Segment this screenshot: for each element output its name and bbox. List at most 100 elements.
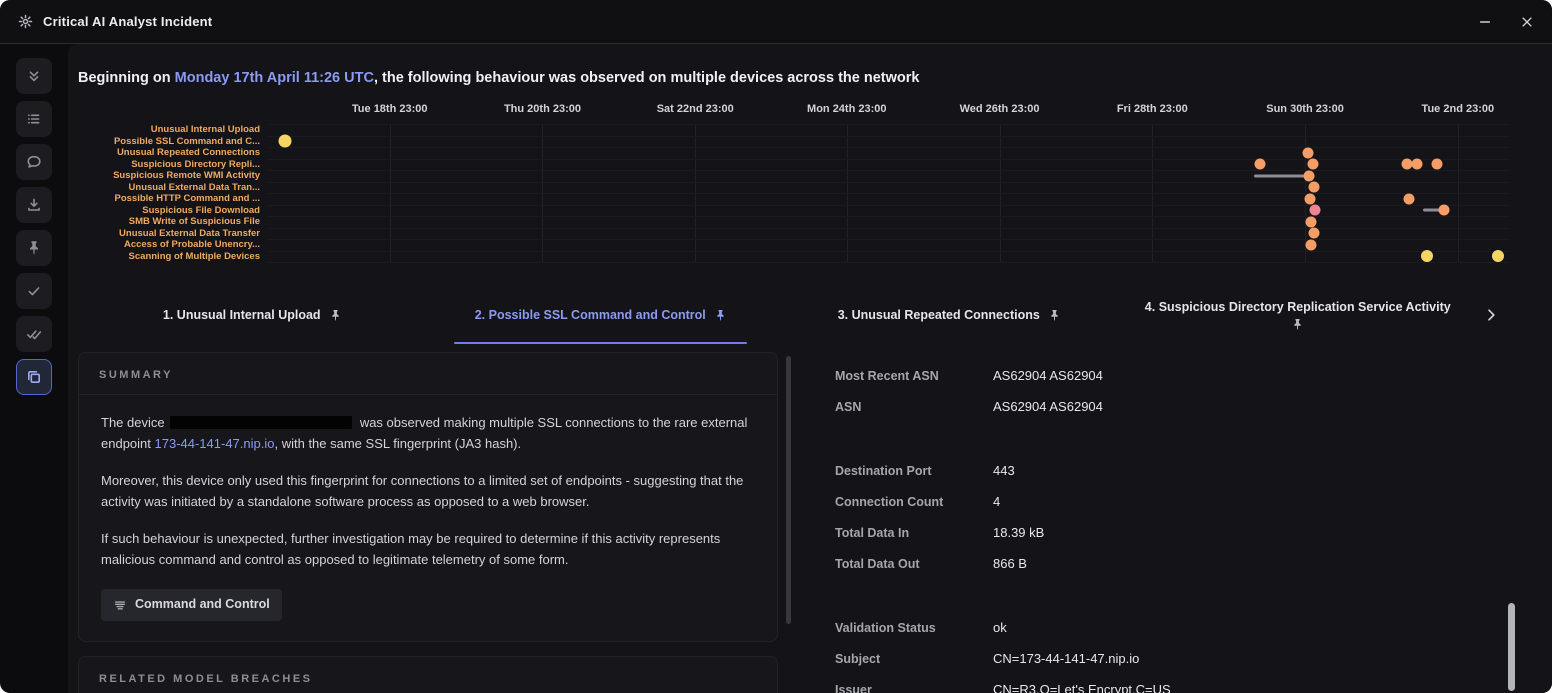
- gridline-horizontal: [268, 158, 1510, 160]
- chart-plot-area[interactable]: [268, 124, 1510, 263]
- event-dot[interactable]: [1438, 204, 1450, 216]
- gridline-horizontal: [268, 135, 1510, 137]
- model-icon: [113, 598, 127, 612]
- event-dot[interactable]: [1403, 193, 1415, 205]
- window-title: Critical AI Analyst Incident: [43, 14, 213, 29]
- event-dot[interactable]: [1308, 181, 1320, 193]
- copy-button[interactable]: [16, 359, 52, 395]
- double-check-icon: [27, 330, 42, 340]
- pin-icon[interactable]: [1291, 318, 1304, 331]
- incident-detail-area: SUMMARY The device was observed making m…: [78, 352, 1510, 693]
- export-button[interactable]: [16, 187, 52, 223]
- event-dot[interactable]: [1305, 216, 1317, 228]
- y-axis-category-label: Suspicious Directory Repli...: [131, 158, 260, 170]
- details-scrollbar[interactable]: [1508, 603, 1515, 691]
- y-axis-category-label: Unusual External Data Tran...: [128, 181, 260, 193]
- summary-paragraph-3: If such behaviour is unexpected, further…: [101, 531, 721, 567]
- incident-tabs: 1. Unusual Internal Upload 2. Possible SS…: [78, 286, 1510, 344]
- acknowledge-button[interactable]: [16, 273, 52, 309]
- event-dot[interactable]: [278, 134, 292, 148]
- y-axis-category-label: Unusual External Data Transfer: [119, 227, 260, 239]
- event-dot[interactable]: [1302, 147, 1314, 159]
- incident-start-date: Monday 17th April 11:26 UTC: [174, 70, 374, 86]
- detail-value: 866 B: [993, 556, 1027, 571]
- gridline-horizontal: [268, 204, 1510, 206]
- detail-key: Validation Status: [835, 620, 936, 635]
- y-axis-category-label: Possible SSL Command and C...: [113, 135, 260, 147]
- pin-icon: [1051, 309, 1058, 321]
- tab-label: 3. Unusual Repeated Connections: [837, 308, 1040, 322]
- x-tick-label: Tue 18th 23:00: [351, 103, 428, 115]
- gridline-horizontal: [268, 227, 1510, 229]
- detail-row: Connection Count 4: [835, 486, 1510, 517]
- event-dot[interactable]: [1305, 239, 1317, 251]
- pin-icon[interactable]: [1048, 309, 1061, 322]
- related-model-breaches-heading: RELATED MODEL BREACHES: [79, 657, 777, 693]
- main-content: Beginning on Monday 17th April 11:26 UTC…: [68, 44, 1552, 693]
- x-tick-label: Tue 2nd 23:00: [1421, 103, 1495, 115]
- tab-incident-3[interactable]: 3. Unusual Repeated Connections: [775, 286, 1124, 344]
- acknowledge-all-button[interactable]: [16, 316, 52, 352]
- incident-window: Critical AI Analyst Incident Beginning o…: [0, 0, 1552, 693]
- incident-timeline-chart[interactable]: Tue 18th 23:00 Thu 20th 23:00 Sat 22nd 23:…: [68, 100, 1510, 278]
- command-and-control-tag[interactable]: Command and Control: [101, 589, 282, 621]
- detail-row: Subject CN=173-44-141-47.nip.io: [835, 643, 1510, 674]
- summary-body: The device was observed making multiple …: [79, 395, 777, 641]
- event-dot[interactable]: [1303, 170, 1315, 182]
- detail-value: CN=R3,O=Let's Encrypt,C=US: [993, 682, 1171, 693]
- tab-incident-1[interactable]: 1. Unusual Internal Upload: [78, 286, 427, 344]
- comment-icon: [27, 155, 41, 168]
- x-tick-label: Mon 24th 23:00: [807, 103, 887, 115]
- collapse-all-button[interactable]: [16, 58, 52, 94]
- event-duration-segment[interactable]: [1254, 174, 1304, 178]
- chart-x-axis: Tue 18th 23:00 Thu 20th 23:00 Sat 22nd 23:…: [268, 100, 1510, 124]
- summary-list-button[interactable]: [16, 101, 52, 137]
- x-tick-label: Sat 22nd 23:00: [656, 103, 734, 115]
- event-dot[interactable]: [1411, 158, 1423, 170]
- gear-icon: [18, 14, 33, 29]
- details-group: Destination Port 443 Connection Count 4 Tota…: [835, 455, 1510, 579]
- pin-icon[interactable]: [329, 309, 342, 322]
- y-axis-category-label: Access of Probable Unencry...: [123, 239, 260, 250]
- tag-label: Command and Control: [135, 597, 270, 612]
- pin-icon[interactable]: [714, 309, 727, 322]
- gear-icon: [18, 14, 33, 29]
- event-dot[interactable]: [1491, 250, 1504, 263]
- pin-icon: [331, 309, 339, 321]
- event-dot[interactable]: [1254, 158, 1266, 170]
- event-dot[interactable]: [1308, 227, 1320, 239]
- detail-value: 4: [993, 494, 1001, 509]
- detail-row: Issuer CN=R3,O=Let's Encrypt,C=US: [835, 674, 1510, 693]
- y-axis-category-label: Unusual Internal Upload: [150, 124, 260, 135]
- summary-heading: SUMMARY: [79, 353, 777, 395]
- x-tick-label: Sun 30th 23:00: [1266, 103, 1344, 115]
- event-dot[interactable]: [1420, 250, 1433, 263]
- window-body: Beginning on Monday 17th April 11:26 UTC…: [0, 44, 1552, 693]
- y-axis-category-label: Scanning of Multiple Devices: [128, 250, 260, 262]
- y-axis-category-label: Suspicious File Download: [142, 204, 260, 216]
- endpoint-link[interactable]: 173-44-141-47.nip.io: [155, 436, 275, 451]
- y-axis-category-label: SMB Write of Suspicious File: [128, 216, 260, 227]
- event-dot[interactable]: [1431, 158, 1443, 170]
- next-tabs-button[interactable]: [1472, 286, 1510, 344]
- minimize-button[interactable]: [1478, 15, 1492, 29]
- gridline-horizontal: [268, 250, 1510, 252]
- gridline-horizontal: [268, 193, 1510, 194]
- header-text-prefix: Beginning on: [78, 70, 175, 86]
- detail-key: ASN: [835, 399, 862, 414]
- check-icon: [28, 287, 40, 296]
- comments-button[interactable]: [16, 144, 52, 180]
- y-axis-category-label: Unusual Repeated Connections: [116, 147, 260, 158]
- tab-incident-4[interactable]: 4. Suspicious Directory Replication Serv…: [1124, 286, 1473, 344]
- event-dot[interactable]: [1309, 204, 1321, 216]
- pin-icon: [1294, 319, 1301, 331]
- close-button[interactable]: [1520, 15, 1534, 29]
- detail-value: CN=173-44-141-47.nip.io: [993, 651, 1140, 666]
- gridline-horizontal: [268, 216, 1510, 217]
- pin-incident-button[interactable]: [16, 230, 52, 266]
- event-dot[interactable]: [1307, 158, 1319, 170]
- event-dot[interactable]: [1304, 193, 1316, 205]
- tab-incident-2[interactable]: 2. Possible SSL Command and Control: [427, 286, 776, 344]
- gridline-horizontal: [268, 181, 1510, 183]
- double-chevron-down-icon: [29, 71, 39, 82]
